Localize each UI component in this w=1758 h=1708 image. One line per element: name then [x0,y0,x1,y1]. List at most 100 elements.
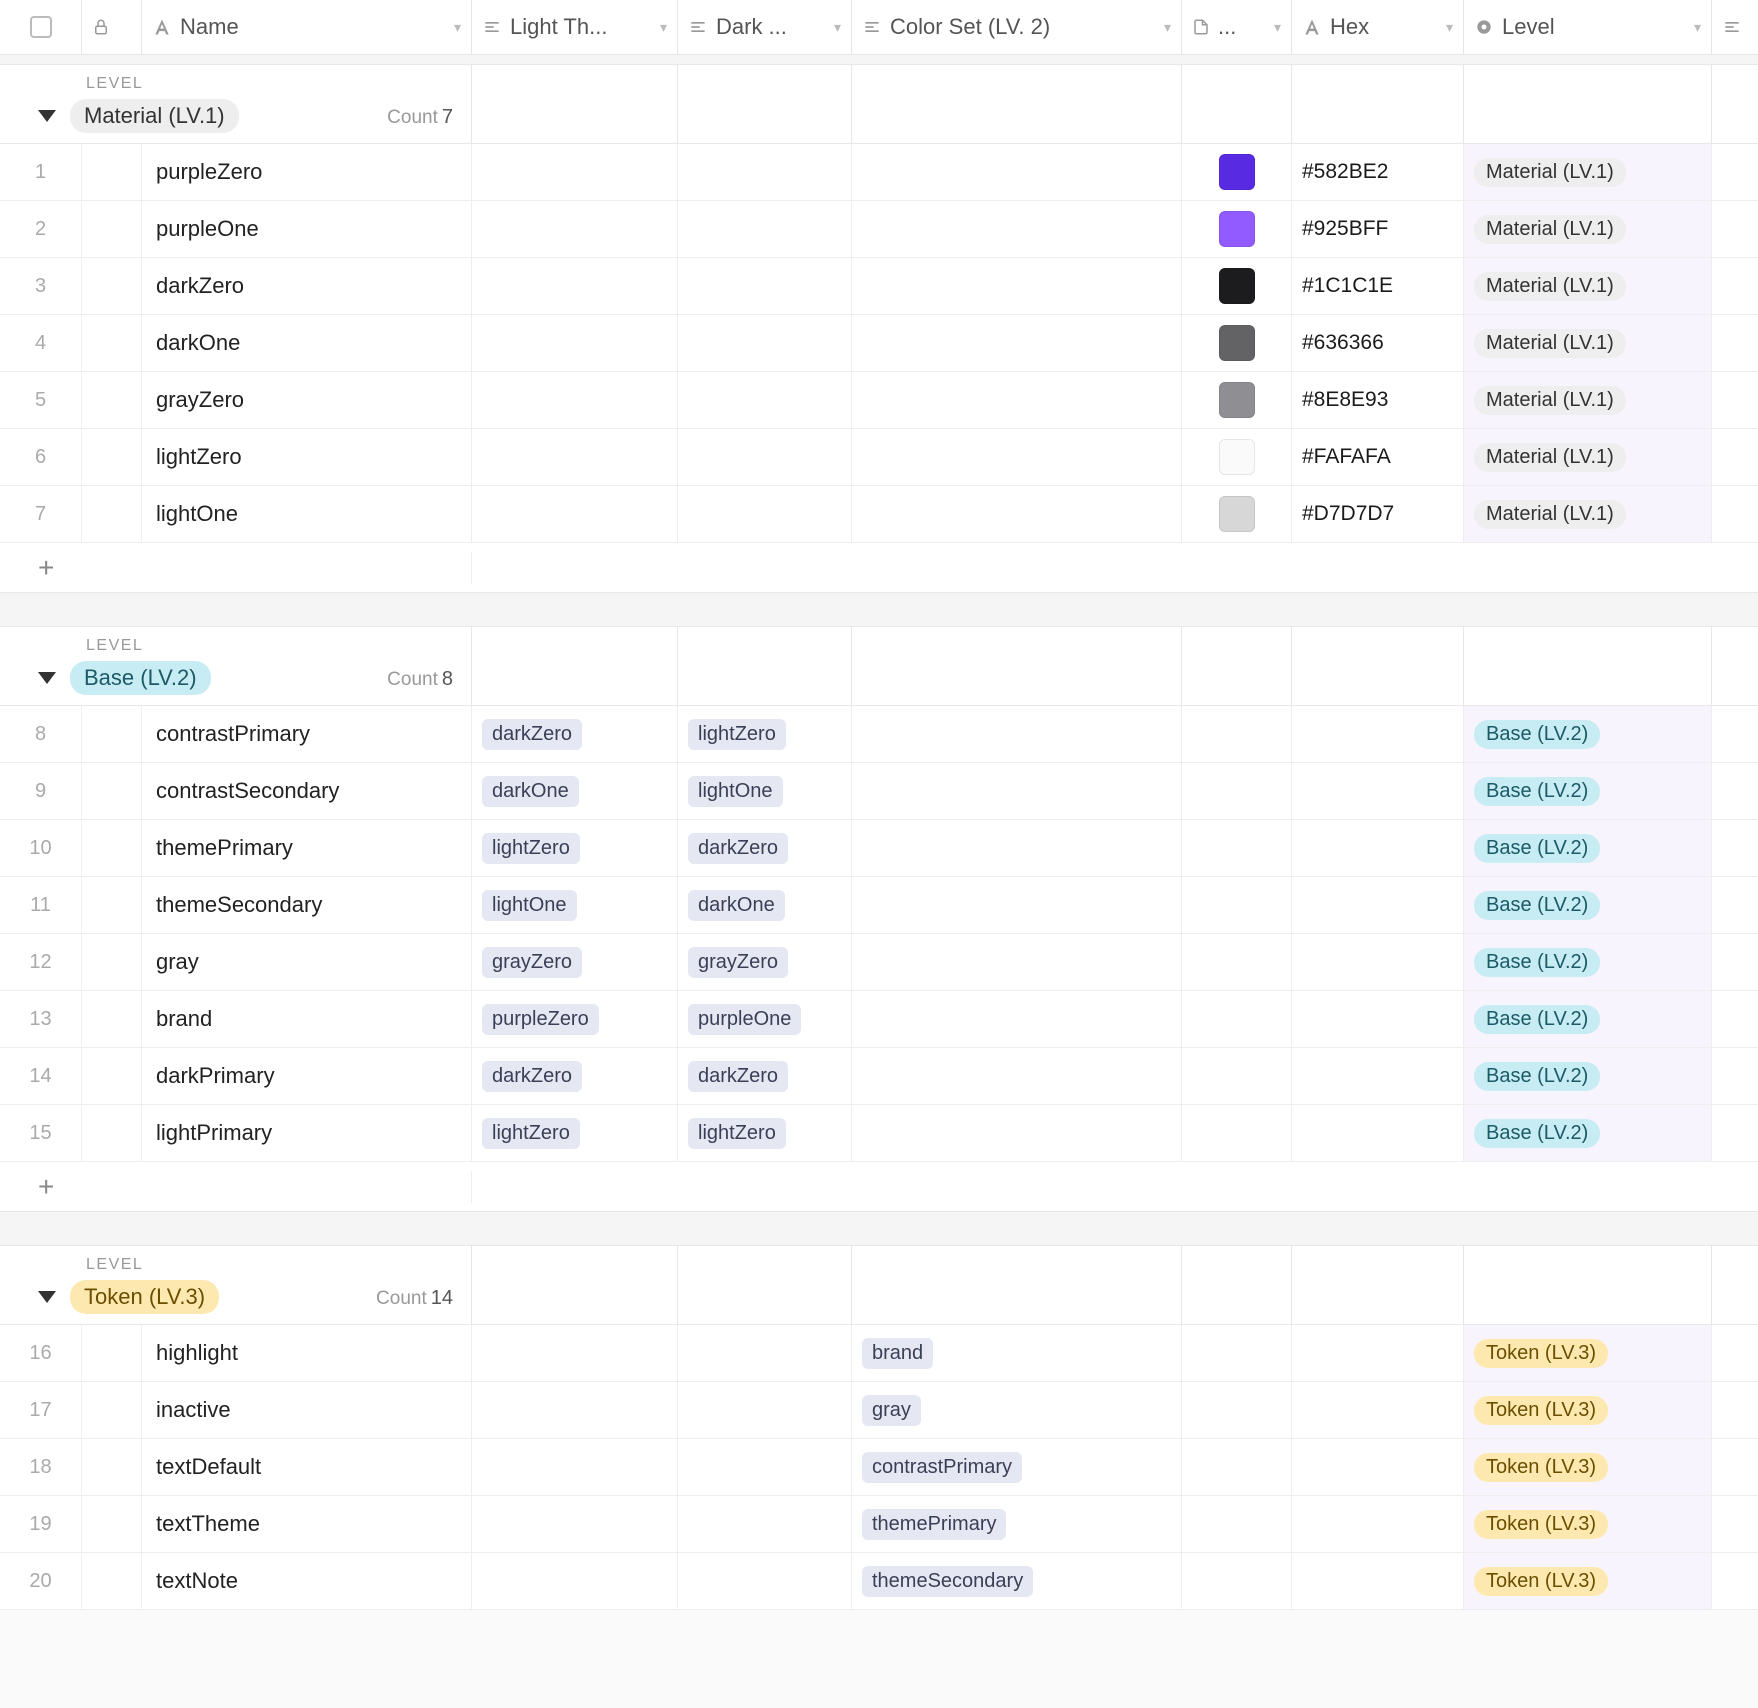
ref-tag[interactable]: darkOne [688,890,785,921]
cell-color-set[interactable]: gray [852,1382,1182,1438]
cell-light[interactable]: lightOne [472,877,678,933]
column-dark-theme[interactable]: Dark ... ▾ [678,0,852,54]
cell-level[interactable]: Base (LV.2) [1464,877,1712,933]
cell-color-set[interactable] [852,201,1182,257]
row-name-cell[interactable]: lightZero [142,429,472,485]
cell-hex[interactable] [1292,1496,1464,1552]
ref-tag[interactable]: contrastPrimary [862,1452,1022,1483]
row-name-cell[interactable]: themePrimary [142,820,472,876]
table-row[interactable]: 12 gray grayZero grayZero Base (LV.2) [0,934,1758,991]
table-row[interactable]: 14 darkPrimary darkZero darkZero Base (L… [0,1048,1758,1105]
level-badge[interactable]: Base (LV.2) [1474,777,1600,806]
cell-color-set[interactable] [852,820,1182,876]
cell-color-set[interactable] [852,1048,1182,1104]
level-badge[interactable]: Token (LV.3) [1474,1396,1608,1425]
cell-hex[interactable]: #636366 [1292,315,1464,371]
column-hex[interactable]: Hex ▾ [1292,0,1464,54]
ref-tag[interactable]: purpleOne [688,1004,801,1035]
cell-hex[interactable] [1292,1439,1464,1495]
cell-extra[interactable] [1712,877,1758,933]
cell-attachment[interactable] [1182,315,1292,371]
cell-extra[interactable] [1712,486,1758,542]
column-light-theme[interactable]: Light Th... ▾ [472,0,678,54]
collapse-toggle-icon[interactable] [38,110,56,122]
level-badge[interactable]: Material (LV.1) [1474,158,1626,187]
table-row[interactable]: 9 contrastSecondary darkOne lightOne Bas… [0,763,1758,820]
table-row[interactable]: 3 darkZero #1C1C1E Material (LV.1) [0,258,1758,315]
row-name-cell[interactable]: textTheme [142,1496,472,1552]
cell-attachment[interactable] [1182,201,1292,257]
cell-attachment[interactable] [1182,1105,1292,1161]
cell-hex[interactable] [1292,763,1464,819]
row-name-cell[interactable]: contrastPrimary [142,706,472,762]
add-row-button[interactable]: + [0,543,1758,593]
column-name[interactable]: Name ▾ [142,0,472,54]
cell-light[interactable]: lightZero [472,820,678,876]
ref-tag[interactable]: grayZero [482,947,582,978]
cell-hex[interactable]: #1C1C1E [1292,258,1464,314]
row-name-cell[interactable]: brand [142,991,472,1047]
ref-tag[interactable]: lightZero [482,1118,580,1149]
row-name-cell[interactable]: purpleOne [142,201,472,257]
color-swatch[interactable] [1219,382,1255,418]
level-badge[interactable]: Material (LV.1) [1474,443,1626,472]
cell-dark[interactable]: lightZero [678,1105,852,1161]
cell-attachment[interactable] [1182,1496,1292,1552]
cell-dark[interactable] [678,201,852,257]
table-row[interactable]: 11 themeSecondary lightOne darkOne Base … [0,877,1758,934]
cell-dark[interactable]: lightZero [678,706,852,762]
row-name-cell[interactable]: themeSecondary [142,877,472,933]
cell-dark[interactable] [678,144,852,200]
color-swatch[interactable] [1219,268,1255,304]
level-badge[interactable]: Token (LV.3) [1474,1567,1608,1596]
level-badge[interactable]: Material (LV.1) [1474,215,1626,244]
cell-hex[interactable] [1292,706,1464,762]
table-row[interactable]: 17 inactive gray Token (LV.3) [0,1382,1758,1439]
cell-color-set[interactable] [852,1105,1182,1161]
ref-tag[interactable]: darkOne [482,776,579,807]
cell-hex[interactable] [1292,934,1464,990]
cell-attachment[interactable] [1182,1325,1292,1381]
cell-level[interactable]: Material (LV.1) [1464,429,1712,485]
cell-light[interactable] [472,1382,678,1438]
cell-hex[interactable]: #D7D7D7 [1292,486,1464,542]
cell-attachment[interactable] [1182,877,1292,933]
cell-level[interactable]: Material (LV.1) [1464,258,1712,314]
cell-light[interactable]: darkZero [472,706,678,762]
cell-dark[interactable] [678,372,852,428]
cell-extra[interactable] [1712,315,1758,371]
cell-extra[interactable] [1712,144,1758,200]
ref-tag[interactable]: purpleZero [482,1004,599,1035]
cell-attachment[interactable] [1182,991,1292,1047]
row-name-cell[interactable]: lightOne [142,486,472,542]
cell-attachment[interactable] [1182,1382,1292,1438]
ref-tag[interactable]: darkZero [688,1061,788,1092]
group-pill[interactable]: Base (LV.2) [70,661,211,695]
cell-light[interactable] [472,1439,678,1495]
color-swatch[interactable] [1219,439,1255,475]
cell-attachment[interactable] [1182,934,1292,990]
color-swatch[interactable] [1219,496,1255,532]
cell-extra[interactable] [1712,763,1758,819]
cell-level[interactable]: Base (LV.2) [1464,1105,1712,1161]
column-extra[interactable] [1712,0,1758,54]
cell-extra[interactable] [1712,429,1758,485]
level-badge[interactable]: Material (LV.1) [1474,272,1626,301]
cell-extra[interactable] [1712,201,1758,257]
cell-level[interactable]: Material (LV.1) [1464,201,1712,257]
cell-light[interactable]: grayZero [472,934,678,990]
cell-color-set[interactable] [852,706,1182,762]
ref-tag[interactable]: lightZero [688,719,786,750]
cell-hex[interactable] [1292,1553,1464,1609]
cell-color-set[interactable] [852,991,1182,1047]
cell-light[interactable] [472,1553,678,1609]
cell-color-set[interactable] [852,315,1182,371]
cell-hex[interactable] [1292,1382,1464,1438]
cell-hex[interactable] [1292,820,1464,876]
cell-light[interactable]: lightZero [472,1105,678,1161]
collapse-toggle-icon[interactable] [38,672,56,684]
cell-color-set[interactable]: themePrimary [852,1496,1182,1552]
cell-dark[interactable] [678,1325,852,1381]
cell-hex[interactable]: #FAFAFA [1292,429,1464,485]
table-row[interactable]: 19 textTheme themePrimary Token (LV.3) [0,1496,1758,1553]
